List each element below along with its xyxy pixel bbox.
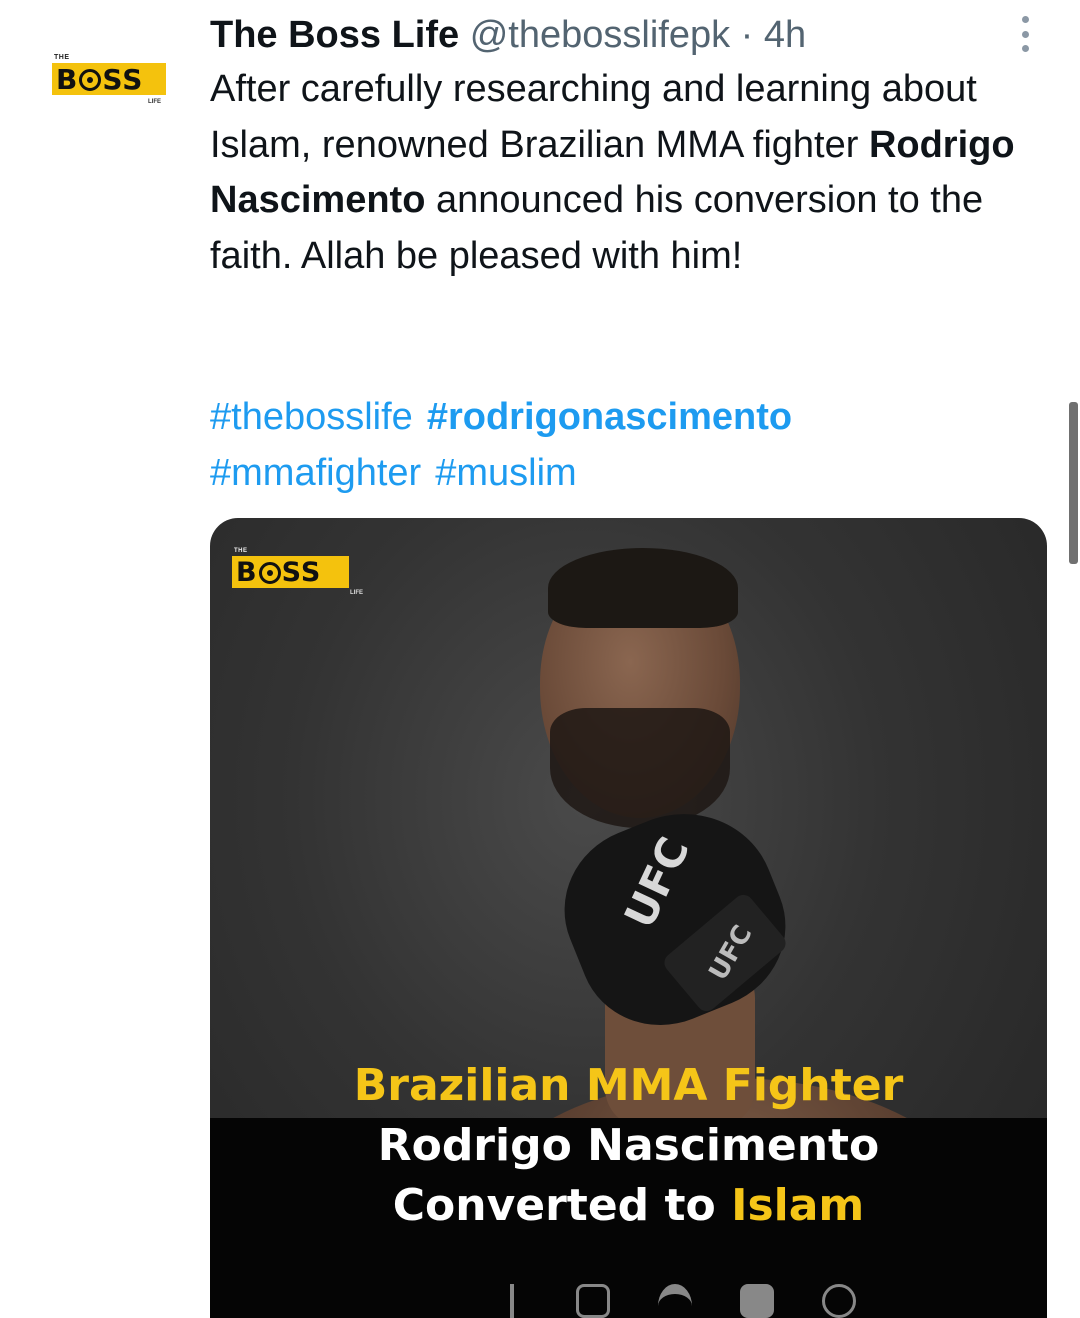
- logo-the-text: THE: [54, 54, 70, 61]
- fighter-beard: [550, 708, 730, 828]
- more-options-icon[interactable]: [1010, 14, 1040, 54]
- caption-line: Rodrigo Nascimento: [377, 1120, 880, 1171]
- image-caption: Brazilian MMA Fighter Rodrigo Nascimento…: [210, 1056, 1047, 1236]
- caption-line: Brazilian MMA Fighter: [353, 1060, 904, 1111]
- fighter-hair: [548, 548, 738, 628]
- twitter-icon: [658, 1284, 692, 1318]
- handle[interactable]: @thebosslifepk: [470, 14, 730, 56]
- logo-the-text: THE: [234, 548, 248, 554]
- display-name[interactable]: The Boss Life: [210, 14, 459, 56]
- logo-life-text: LIFE: [350, 590, 363, 596]
- caption-accent: Islam: [731, 1180, 865, 1231]
- hashtag-link[interactable]: #rodrigonascimento: [427, 396, 792, 438]
- linkedin-icon: [740, 1284, 774, 1318]
- globe-icon: [822, 1284, 856, 1318]
- ufc-glove: [540, 785, 810, 1051]
- logo-life-text: LIFE: [148, 99, 161, 105]
- logo-boss: B SS: [52, 63, 166, 96]
- separator: ·: [740, 14, 754, 56]
- caption-text: Converted to: [392, 1180, 732, 1231]
- image-logo: THE B SS LIFE: [232, 548, 363, 598]
- tweet-image[interactable]: THE B SS LIFE UFC UFC Brazilian MMA Fight…: [210, 518, 1047, 1318]
- tweet-text: After carefully researching and learning…: [210, 62, 1050, 284]
- logo-boss: B SS: [232, 556, 349, 588]
- hashtag-link[interactable]: #muslim: [435, 452, 576, 494]
- social-icons-row: [500, 1284, 856, 1318]
- instagram-icon: [576, 1284, 610, 1318]
- avatar[interactable]: THE B SS LIFE: [52, 54, 172, 110]
- facebook-icon: [510, 1284, 528, 1318]
- caption-line: Converted to Islam: [210, 1176, 1047, 1236]
- hashtag-link[interactable]: #mmafighter: [210, 452, 421, 494]
- scrollbar[interactable]: [1069, 402, 1078, 564]
- tweet-text-part: After carefully researching and learning…: [210, 68, 977, 166]
- tweet-header: The Boss Life @thebosslifepk · 4h: [210, 12, 806, 58]
- timestamp[interactable]: 4h: [764, 14, 806, 56]
- hashtag-link[interactable]: #thebosslife: [210, 396, 413, 438]
- hashtags: #thebosslife #rodrigonascimento #mmafight…: [210, 390, 1050, 501]
